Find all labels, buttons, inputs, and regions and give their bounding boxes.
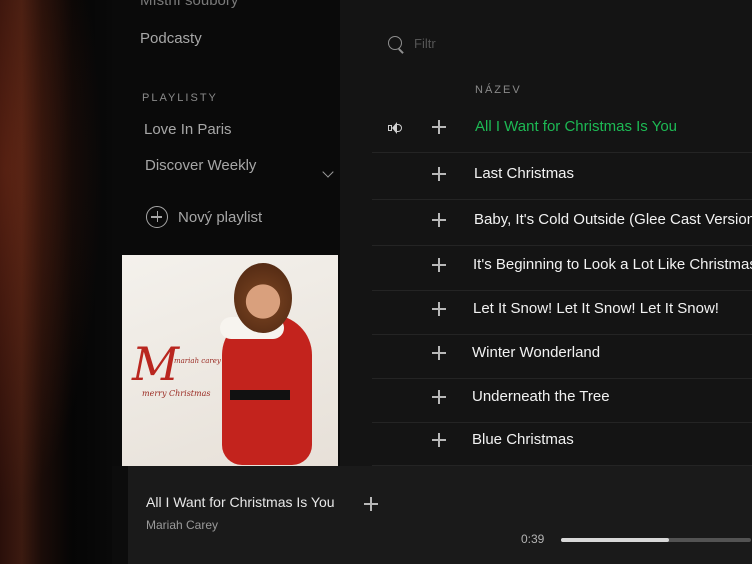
- album-artist-script: mariah carey: [174, 357, 221, 365]
- track-row[interactable]: Last Christmas: [372, 155, 752, 200]
- playlists-header: PLAYLISTY: [142, 92, 218, 104]
- sidebar-item-local-files[interactable]: Místní soubory: [140, 0, 238, 9]
- now-playing-bar: All I Want for Christmas Is You Mariah C…: [128, 466, 752, 564]
- sidebar-item-playlist[interactable]: Love In Paris: [144, 121, 232, 138]
- progress-fill: [561, 538, 670, 542]
- new-playlist-button[interactable]: Nový playlist: [146, 206, 262, 228]
- filter-input[interactable]: Filtr: [414, 36, 436, 51]
- track-row[interactable]: All I Want for Christmas Is You: [372, 108, 752, 153]
- add-track-icon[interactable]: [432, 390, 446, 404]
- chevron-down-icon[interactable]: [322, 166, 334, 178]
- track-row[interactable]: Blue Christmas: [372, 421, 752, 466]
- album-figure-belt: [230, 390, 290, 400]
- now-playing-artist[interactable]: Mariah Carey: [146, 518, 218, 532]
- sidebar-item-podcasts[interactable]: Podcasty: [140, 30, 202, 47]
- search-icon[interactable]: [388, 36, 402, 50]
- progress-bar[interactable]: [561, 538, 751, 542]
- track-title: Underneath the Tree: [472, 388, 610, 405]
- add-track-icon[interactable]: [432, 213, 446, 227]
- track-title: Last Christmas: [474, 165, 575, 182]
- plus-circle-icon: [146, 206, 168, 228]
- album-figure-head: [234, 263, 292, 333]
- track-title: Winter Wonderland: [472, 344, 601, 361]
- elapsed-time: 0:39: [521, 532, 545, 546]
- add-track-icon[interactable]: [432, 258, 446, 272]
- sidebar-item-playlist[interactable]: Discover Weekly: [145, 157, 256, 174]
- add-track-icon[interactable]: [432, 433, 446, 447]
- bezel-edge: [112, 466, 128, 564]
- track-title: It's Beginning to Look a Lot Like Christ…: [473, 256, 752, 273]
- main-panel: Filtr NÁZEV All I Want for Christmas Is …: [340, 0, 752, 466]
- track-title: Blue Christmas: [472, 431, 574, 448]
- add-track-icon[interactable]: [432, 167, 446, 181]
- photo-frame: Místní soubory Podcasty PLAYLISTY Love I…: [0, 0, 752, 564]
- spotify-window: Místní soubory Podcasty PLAYLISTY Love I…: [112, 0, 752, 564]
- add-track-icon[interactable]: [432, 346, 446, 360]
- new-playlist-label: Nový playlist: [178, 208, 263, 226]
- sidebar: Místní soubory Podcasty PLAYLISTY Love I…: [112, 0, 340, 467]
- speaker-icon: [388, 122, 402, 134]
- track-title: All I Want for Christmas Is You: [475, 118, 678, 135]
- track-row[interactable]: Baby, It's Cold Outside (Glee Cast Versi…: [372, 201, 752, 246]
- album-script-text: merry Christmas: [142, 389, 211, 398]
- add-track-icon[interactable]: [432, 120, 446, 134]
- track-row[interactable]: It's Beginning to Look a Lot Like Christ…: [372, 246, 752, 291]
- track-row[interactable]: Underneath the Tree: [372, 378, 752, 423]
- now-playing-title[interactable]: All I Want for Christmas Is You: [146, 494, 335, 510]
- track-title: Let It Snow! Let It Snow! Let It Snow!: [473, 300, 719, 317]
- album-cover[interactable]: M merry Christmas mariah carey: [122, 255, 338, 467]
- album-monogram: M: [132, 337, 180, 391]
- track-title: Baby, It's Cold Outside (Glee Cast Versi…: [474, 211, 752, 228]
- column-header-title[interactable]: NÁZEV: [475, 84, 522, 96]
- monitor-bezel: [0, 0, 120, 564]
- add-track-icon[interactable]: [432, 302, 446, 316]
- track-row[interactable]: Let It Snow! Let It Snow! Let It Snow!: [372, 290, 752, 335]
- add-to-library-icon[interactable]: [364, 497, 378, 511]
- track-row[interactable]: Winter Wonderland: [372, 334, 752, 379]
